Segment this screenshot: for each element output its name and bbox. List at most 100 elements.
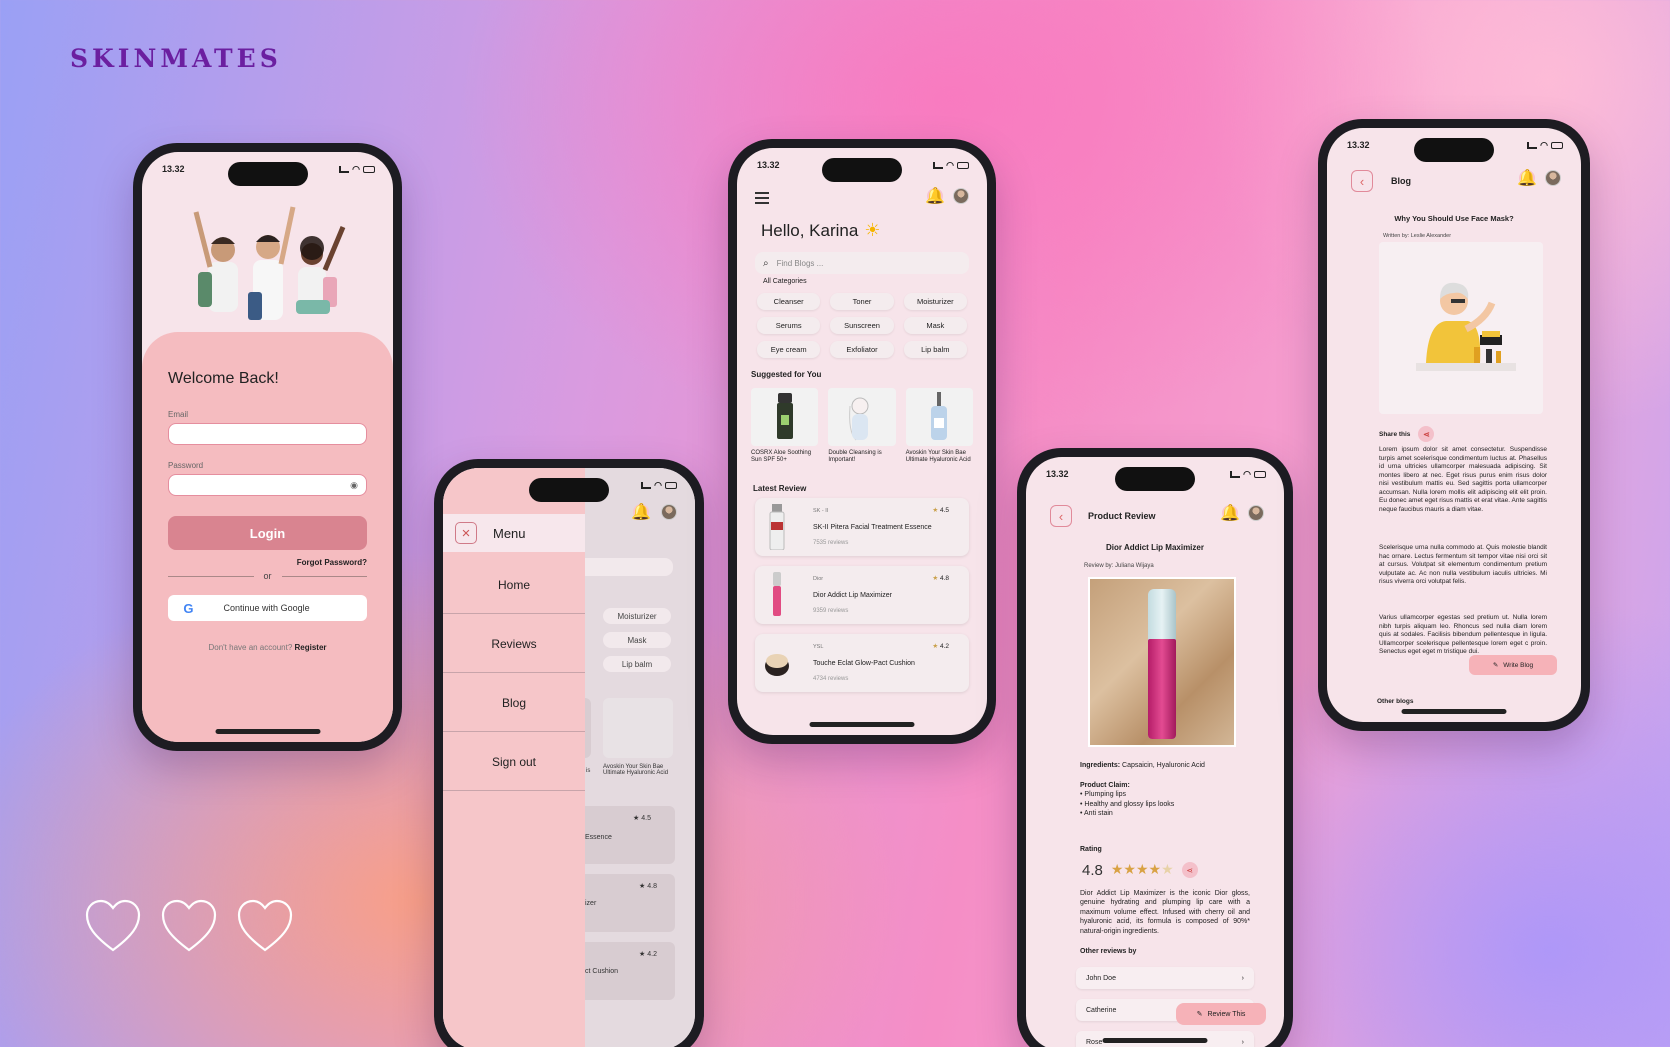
review-card[interactable]: YSL Touche Eclat Glow-Pact Cushion 4734 … (755, 634, 969, 692)
google-signin-button[interactable]: G Continue with Google (168, 595, 367, 621)
review-count: 4734 reviews (813, 676, 849, 682)
home-indicator (1102, 1038, 1208, 1043)
suggested-title: Avoskin Your Skin Bae Ultimate Hyaluroni… (905, 450, 971, 464)
review-rating: ★ 4.8 (932, 575, 949, 582)
phone-login: 13.32 ◠ Welcome Back! Email Password ◉ L… (133, 143, 402, 751)
suggested-card[interactable]: Double Cleansing is Important! (828, 388, 896, 464)
register-link[interactable]: Register (295, 643, 327, 652)
bell-icon[interactable]: 🔔 (925, 188, 945, 205)
ghost-pill: Lip balm (603, 656, 671, 672)
email-field[interactable] (168, 423, 367, 445)
star-icon: ★ (1123, 861, 1136, 877)
category-chip[interactable]: Cleanser (757, 293, 821, 310)
home-indicator (1401, 709, 1507, 714)
hamburger-menu-icon[interactable] (755, 192, 769, 207)
category-chip[interactable]: Mask (903, 317, 967, 334)
review-author: Review by: Juliana Wijaya (1084, 563, 1154, 569)
category-chip[interactable]: Lip balm (903, 341, 967, 358)
menu-item-reviews[interactable]: Reviews (443, 615, 585, 673)
ghost-fragment: izer (585, 900, 597, 907)
password-field[interactable]: ◉ (168, 474, 367, 496)
status-time: 13.32 (162, 164, 185, 174)
bell-icon[interactable]: 🔔 (1220, 505, 1240, 522)
suggested-list: COSRX Aloe Soothing Sun SPF 50+ Double C… (751, 388, 973, 464)
wifi-icon: ◠ (1540, 140, 1548, 150)
or-text: or (263, 571, 272, 581)
star-icon: ★ (932, 507, 939, 514)
signal-icon (1527, 142, 1538, 149)
menu-item-sign-out[interactable]: Sign out (443, 733, 585, 791)
category-grid: Cleanser Toner Moisturizer Serums Sunscr… (757, 293, 967, 358)
phone-menu: 🔔 Moisturizer Mask Lip balm Avoskin Your… (434, 459, 704, 1047)
hero-illustration (142, 192, 393, 342)
category-chip[interactable]: Moisturizer (903, 293, 967, 310)
write-blog-label: Write Blog (1503, 661, 1534, 669)
bell-icon[interactable]: 🔔 (1517, 170, 1537, 187)
review-product-name: Touche Eclat Glow-Pact Cushion (813, 660, 915, 667)
battery-icon (363, 166, 375, 173)
category-chip[interactable]: Toner (830, 293, 894, 310)
wifi-icon: ◠ (654, 480, 662, 490)
google-button-label: Continue with Google (223, 603, 310, 613)
eye-icon[interactable]: ◉ (350, 480, 358, 491)
review-this-button[interactable]: ✎ Review This (1176, 1003, 1266, 1025)
dynamic-island (822, 158, 902, 182)
blog-illustration (1379, 242, 1543, 414)
category-chip[interactable]: Sunscreen (830, 317, 894, 334)
latest-review-heading: Latest Review (753, 484, 807, 493)
avatar[interactable] (661, 504, 677, 520)
greeting-text: Hello, Karina (761, 220, 859, 240)
review-brand: Dior (813, 576, 824, 582)
login-button[interactable]: Login (168, 516, 367, 550)
ghost-fragment: Essence (585, 834, 612, 841)
blog-paragraph: Lorem ipsum dolor sit amet consectetur. … (1379, 446, 1547, 514)
category-chip[interactable]: Serums (757, 317, 821, 334)
category-chip[interactable]: Eye cream (757, 341, 821, 358)
brand-logo: SKINMATES (70, 44, 282, 73)
chevron-left-icon: ‹ (1058, 508, 1064, 524)
register-row: Don't have an account? Register (168, 643, 367, 652)
rating-score: 4.8 (1082, 861, 1103, 879)
write-blog-button[interactable]: ✎ Write Blog (1469, 655, 1557, 675)
menu-item-home[interactable]: Home (443, 556, 585, 614)
claim-item: Plumping lips (1084, 791, 1127, 799)
forgot-password-link[interactable]: Forgot Password? (168, 558, 367, 567)
share-icon[interactable]: ⋖ (1418, 426, 1435, 442)
pencil-icon: ✎ (1492, 662, 1499, 669)
person-illustration (247, 206, 295, 320)
phone-product-review: 13.32 ◠ ‹ Product Review 🔔 Dior Addict L… (1017, 448, 1293, 1047)
ghost-rating: ★ 4.2 (639, 951, 657, 958)
review-count: 7535 reviews (813, 540, 849, 546)
close-icon[interactable]: × (455, 522, 477, 544)
star-icon: ★ (1110, 861, 1124, 877)
chevron-right-icon: › (1241, 974, 1244, 982)
share-icon[interactable]: ⋖ (1181, 862, 1198, 878)
category-chip[interactable]: Exfoliator (830, 341, 894, 358)
side-menu: × Menu Home Reviews Blog Sign out (443, 468, 585, 1047)
review-card[interactable]: SK - II SK-II Pitera Facial Treatment Es… (755, 498, 969, 556)
avatar[interactable] (1248, 505, 1264, 521)
all-categories-label: All Categories (763, 278, 807, 285)
share-label: Share this (1379, 430, 1411, 438)
page-title: Product Review (1088, 511, 1156, 521)
blog-paragraph: Scelerisque urna nulla commodo at. Quis … (1379, 544, 1547, 586)
back-button[interactable]: ‹ (1351, 170, 1373, 192)
bell-icon[interactable]: 🔔 (631, 504, 651, 521)
review-brand: SK - II (813, 508, 829, 514)
search-input[interactable]: ⌕ Find Blogs ... (755, 252, 969, 274)
claim-item: Healthy and glossy lips looks (1084, 800, 1175, 808)
dynamic-island (1414, 138, 1494, 162)
menu-item-blog[interactable]: Blog (443, 674, 585, 732)
avatar[interactable] (953, 188, 969, 204)
back-button[interactable]: ‹ (1050, 505, 1072, 527)
ghost-rating: ★ 4.5 (633, 815, 651, 822)
suggested-title: COSRX Aloe Soothing Sun SPF 50+ (751, 450, 812, 464)
avatar[interactable] (1545, 170, 1561, 186)
review-card[interactable]: Dior Dior Addict Lip Maximizer 9359 revi… (755, 566, 969, 624)
suggested-card[interactable]: COSRX Aloe Soothing Sun SPF 50+ (751, 388, 819, 464)
product-image (763, 572, 791, 618)
ghost-fragment: ct Cushion (585, 968, 619, 975)
product-title: Dior Addict Lip Maximizer (1106, 543, 1204, 552)
other-review-item[interactable]: John Doe › (1076, 967, 1254, 989)
suggested-card[interactable]: Avoskin Your Skin Bae Ultimate Hyaluroni… (905, 388, 973, 464)
